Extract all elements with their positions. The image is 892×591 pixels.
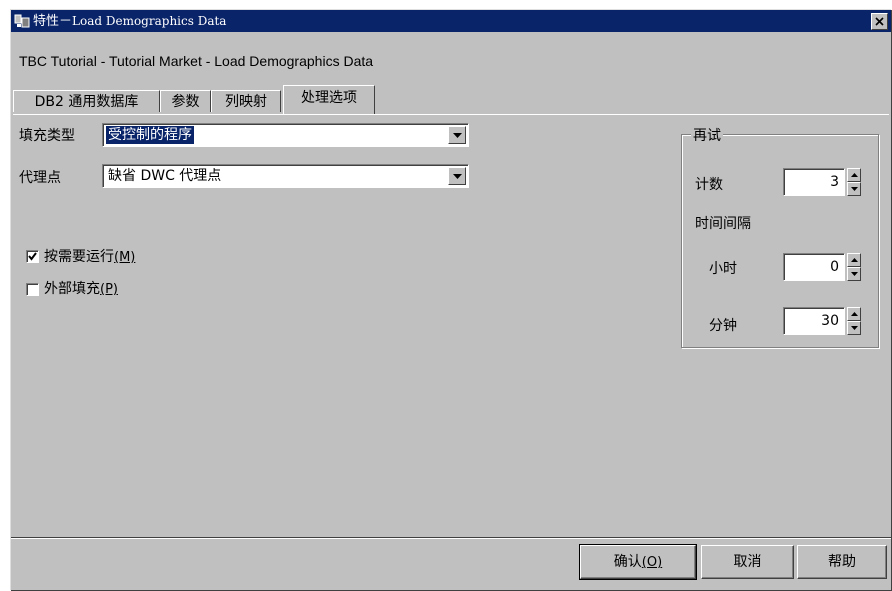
checkmark-icon bbox=[28, 252, 37, 261]
retry-count-up-button[interactable] bbox=[847, 168, 861, 182]
populate-type-dropdown-button[interactable] bbox=[448, 126, 466, 144]
agent-site-select[interactable]: 缺省 DWC 代理点 bbox=[102, 164, 469, 188]
arrow-down-icon bbox=[850, 326, 858, 330]
arrow-up-icon bbox=[850, 173, 858, 177]
retry-minutes-spinner[interactable] bbox=[847, 307, 861, 335]
arrow-up-icon bbox=[850, 258, 858, 262]
retry-minutes-up-button[interactable] bbox=[847, 307, 861, 321]
tab-processing-options[interactable]: 处理选项 bbox=[283, 85, 375, 114]
cancel-button[interactable]: 取消 bbox=[701, 545, 794, 579]
close-icon bbox=[875, 17, 884, 26]
window-title: 特性－Load Demographics Data bbox=[33, 13, 226, 30]
retry-hours-input[interactable]: 0 bbox=[783, 253, 845, 281]
window-title-name: Load Demographics Data bbox=[72, 14, 227, 28]
populate-type-select[interactable]: 受控制的程序 bbox=[102, 123, 469, 147]
agent-site-value: 缺省 DWC 代理点 bbox=[108, 168, 222, 184]
externally-populated-mnemonic: (P) bbox=[100, 282, 118, 297]
retry-hours-up-button[interactable] bbox=[847, 253, 861, 267]
close-button[interactable] bbox=[871, 13, 888, 30]
run-on-demand-mnemonic: (M) bbox=[114, 250, 136, 265]
run-on-demand-text: 按需要运行 bbox=[44, 249, 114, 265]
tab-db2-database[interactable]: DB2 通用数据库 bbox=[13, 90, 160, 112]
retry-minutes-down-button[interactable] bbox=[847, 321, 861, 335]
arrow-up-icon bbox=[850, 312, 858, 316]
app-icon bbox=[14, 14, 30, 28]
externally-populated-label[interactable]: 外部填充(P) bbox=[44, 278, 118, 298]
agent-site-label: 代理点 bbox=[19, 170, 61, 186]
retry-count-spinner[interactable] bbox=[847, 168, 861, 196]
populate-type-value: 受控制的程序 bbox=[106, 126, 194, 144]
retry-minutes-value: 30 bbox=[821, 313, 839, 329]
retry-group-title: 再试 bbox=[691, 125, 723, 145]
run-on-demand-label[interactable]: 按需要运行(M) bbox=[44, 246, 135, 266]
retry-count-input[interactable]: 3 bbox=[783, 168, 845, 196]
retry-hours-value: 0 bbox=[830, 259, 839, 275]
object-path-text: TBC Tutorial - Tutorial Market - Load De… bbox=[19, 53, 374, 69]
retry-minutes-input[interactable]: 30 bbox=[783, 307, 845, 335]
chevron-down-icon bbox=[452, 173, 462, 179]
ok-button-mnemonic: (O) bbox=[641, 555, 663, 570]
tab-parameters[interactable]: 参数 bbox=[160, 90, 211, 112]
tab-column-mapping[interactable]: 列映射 bbox=[211, 90, 281, 112]
agent-site-dropdown-button[interactable] bbox=[448, 167, 466, 185]
button-separator bbox=[11, 537, 891, 539]
title-bar[interactable]: 特性－Load Demographics Data bbox=[11, 10, 891, 32]
ok-button[interactable]: 确认(O) bbox=[579, 544, 697, 580]
properties-dialog: 特性－Load Demographics Data TBC Tutorial -… bbox=[10, 9, 891, 590]
retry-hours-label: 小时 bbox=[709, 261, 737, 277]
retry-hours-down-button[interactable] bbox=[847, 267, 861, 281]
populate-type-label: 填充类型 bbox=[19, 128, 75, 144]
run-on-demand-checkbox[interactable] bbox=[26, 250, 39, 263]
chevron-down-icon bbox=[452, 132, 462, 138]
arrow-down-icon bbox=[850, 187, 858, 191]
retry-minutes-label: 分钟 bbox=[709, 318, 737, 334]
retry-interval-label: 时间间隔 bbox=[695, 216, 751, 232]
externally-populated-checkbox[interactable] bbox=[26, 283, 39, 296]
help-button[interactable]: 帮助 bbox=[797, 545, 887, 579]
ok-button-label: 确认 bbox=[613, 554, 642, 570]
retry-count-down-button[interactable] bbox=[847, 182, 861, 196]
retry-count-label: 计数 bbox=[695, 177, 723, 193]
window-title-prefix: 特性－ bbox=[33, 14, 73, 29]
retry-hours-spinner[interactable] bbox=[847, 253, 861, 281]
externally-populated-text: 外部填充 bbox=[44, 281, 100, 297]
retry-count-value: 3 bbox=[830, 174, 839, 190]
arrow-down-icon bbox=[850, 272, 858, 276]
tab-strip: DB2 通用数据库 参数 列映射 处理选项 bbox=[11, 85, 891, 115]
